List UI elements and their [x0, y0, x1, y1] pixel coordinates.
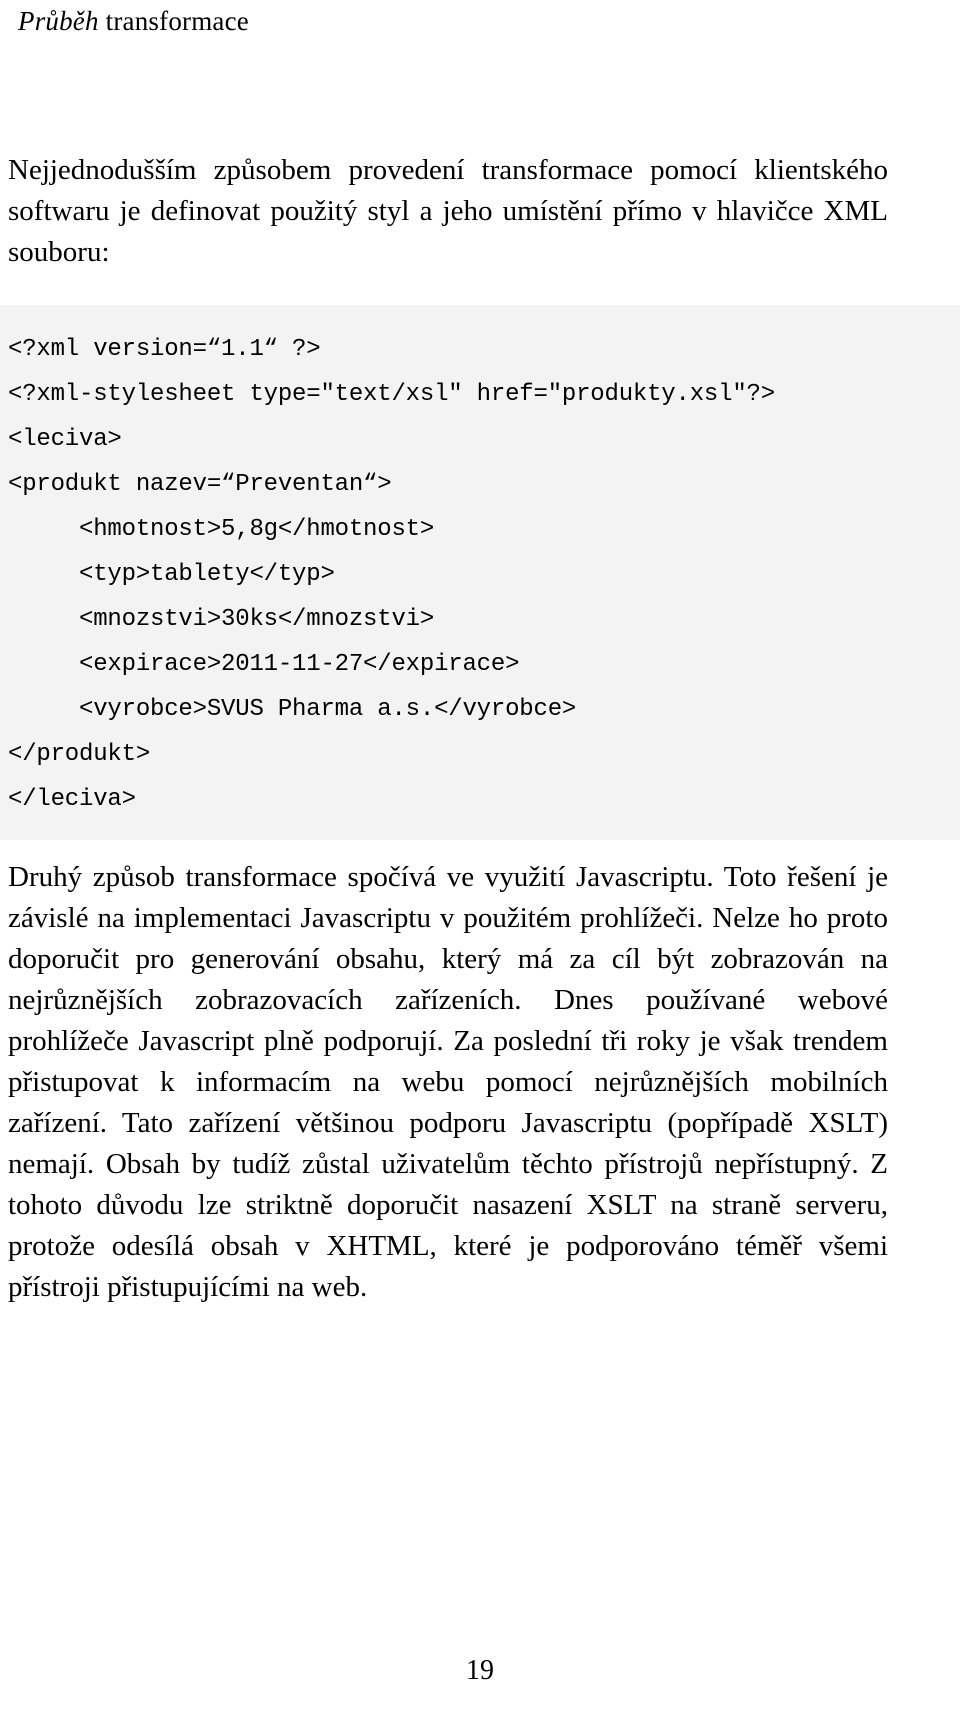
page-number: 19 [466, 1655, 494, 1686]
code-listing-text: <?xml version=“1.1“ ?> <?xml-stylesheet t… [0, 327, 960, 822]
code-line: <typ>tablety</typ> [8, 561, 335, 588]
page-content: Nejjednodušším způsobem provedení transf… [0, 150, 960, 1308]
paragraph-javascript-discussion: Druhý způsob transformace spočívá ve vyu… [8, 861, 888, 1303]
header-title-roman: transformace [98, 6, 249, 36]
code-line: <hmotnost>5,8g</hmotnost> [8, 516, 435, 543]
code-line: </produkt> [8, 741, 151, 768]
code-line: <vyrobce>SVUS Pharma a.s.</vyrobce> [8, 696, 577, 723]
spacer-before-code [8, 273, 888, 305]
code-line: <expirace>2011-11-27</expirace> [8, 651, 520, 678]
code-line: <produkt nazev=“Preventan“> [8, 471, 392, 498]
code-line: <mnozstvi>30ks</mnozstvi> [8, 606, 435, 633]
code-listing: <?xml version=“1.1“ ?> <?xml-stylesheet t… [0, 305, 960, 840]
document-page: Průběh transformace Nejjednodušším způso… [0, 0, 960, 1709]
code-line: <?xml-stylesheet type="text/xsl" href="p… [8, 381, 775, 408]
code-line: <?xml version=“1.1“ ?> [8, 336, 321, 363]
code-line: </leciva> [8, 786, 136, 813]
code-listing-wrapper: <?xml version=“1.1“ ?> <?xml-stylesheet t… [0, 305, 960, 840]
paragraph-intro: Nejjednodušším způsobem provedení transf… [8, 154, 888, 268]
page-running-header: Průběh transformace [18, 6, 898, 37]
header-title-italic: Průběh [18, 6, 99, 36]
code-line: <leciva> [8, 426, 122, 453]
